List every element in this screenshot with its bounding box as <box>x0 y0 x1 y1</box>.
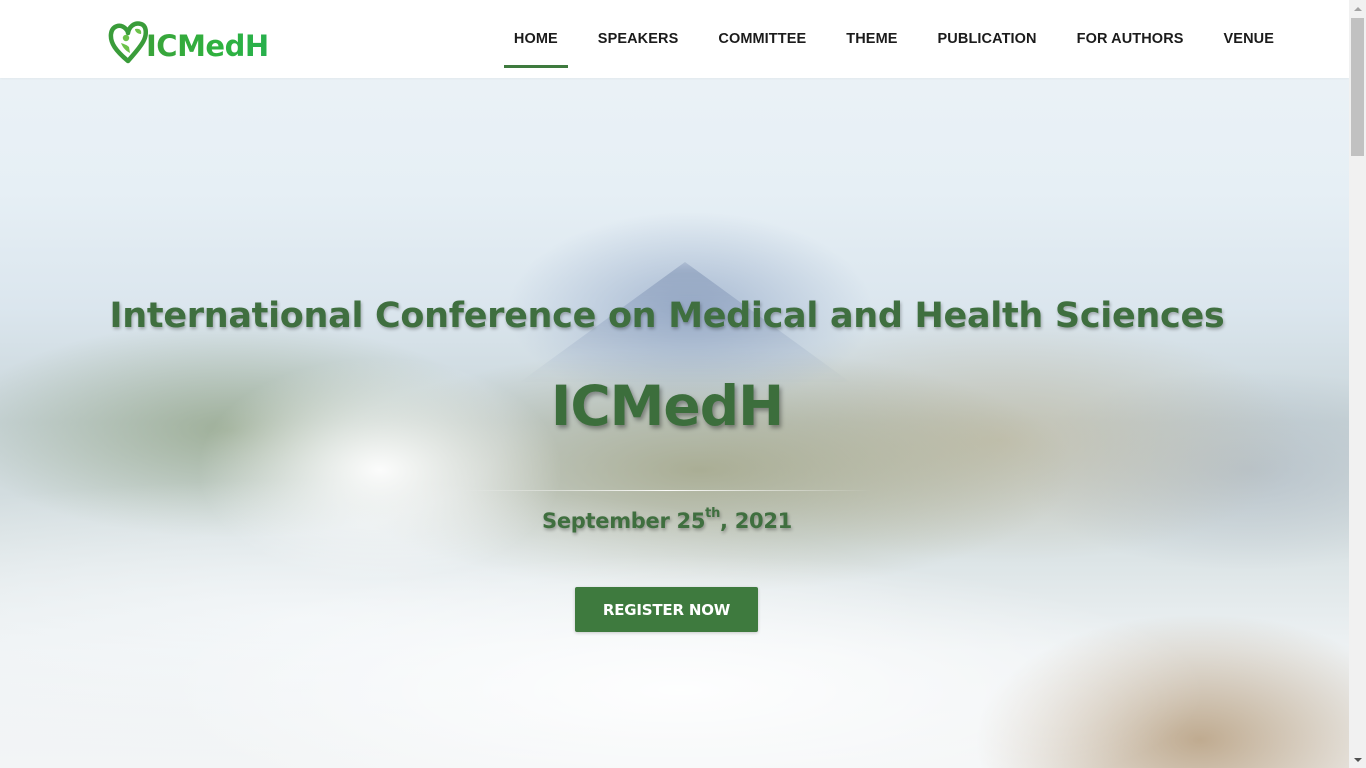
scrollbar-thumb[interactable] <box>1351 18 1364 156</box>
conference-full-name: International Conference on Medical and … <box>109 296 1225 336</box>
conference-acronym: ICMedH <box>550 374 784 438</box>
hero-content: International Conference on Medical and … <box>0 0 1349 768</box>
date-prefix: September 25 <box>542 509 706 533</box>
page-scrollbar[interactable] <box>1349 0 1366 768</box>
hero-divider <box>462 490 872 491</box>
scroll-down-arrow-icon[interactable] <box>1349 751 1366 768</box>
scroll-up-arrow-icon[interactable] <box>1349 0 1366 17</box>
register-now-button[interactable]: REGISTER NOW <box>575 587 758 632</box>
conference-date: September 25th, 2021 <box>0 506 1334 533</box>
date-suffix: , 2021 <box>720 509 792 533</box>
date-ordinal: th <box>705 506 721 521</box>
